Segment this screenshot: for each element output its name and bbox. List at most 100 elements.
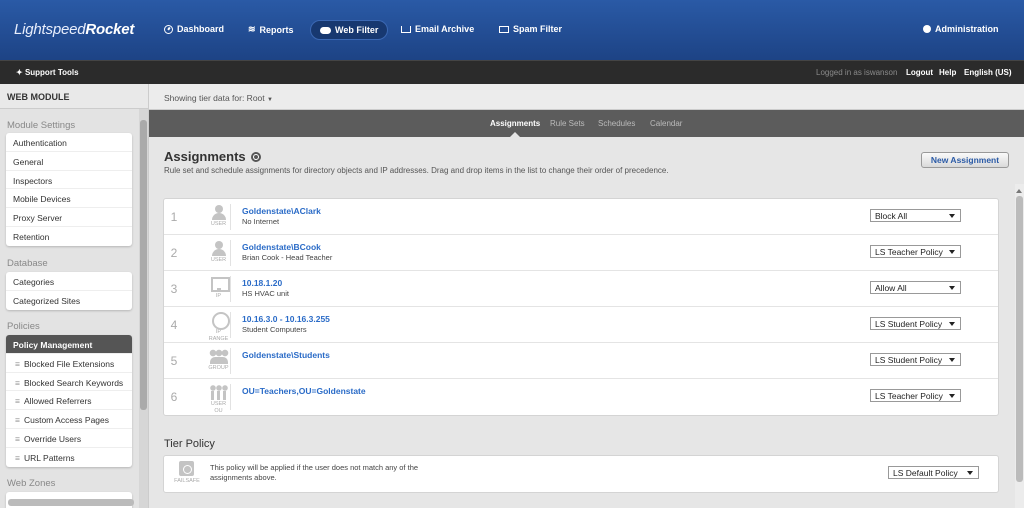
row-number: 3	[170, 282, 178, 296]
sidebar-item-authentication[interactable]: Authentication	[6, 133, 132, 152]
logout-link[interactable]: Logout	[906, 68, 933, 77]
help-link[interactable]: Help	[939, 68, 956, 77]
safe-icon: FAILSAFE	[174, 461, 200, 489]
sidebar-item-retention[interactable]: Retention	[6, 227, 132, 246]
org-unit-icon: USER OU	[207, 384, 231, 414]
sidebar-horizontal-scrollbar[interactable]	[8, 499, 134, 506]
nav-reports[interactable]: ≋ Reports	[248, 24, 294, 35]
tier-policy-description: This policy will be applied if the user …	[210, 463, 419, 482]
object-name-link[interactable]: Goldenstate\BCook	[242, 242, 321, 252]
section-title-module-settings: Module Settings	[7, 120, 76, 131]
policy-select[interactable]: Block All	[870, 209, 961, 222]
nav-administration[interactable]: Administration	[923, 24, 999, 34]
menu-module-settings: Authentication General Inspectors Mobile…	[6, 133, 132, 246]
search-help-icon[interactable]	[250, 151, 261, 162]
scroll-up-icon[interactable]	[1016, 186, 1022, 193]
row-number: 5	[170, 354, 178, 368]
sidebar-item-general[interactable]: General	[6, 152, 132, 171]
tab-rule-sets[interactable]: Rule Sets	[550, 119, 585, 128]
sidebar-header: WEB MODULE	[0, 84, 148, 109]
language-link[interactable]: English (US)	[964, 68, 1012, 77]
logo[interactable]: LightspeedRocket	[14, 21, 134, 38]
sidebar-item-inspectors[interactable]: Inspectors	[6, 171, 132, 190]
sidebar-item-custom-access-pages[interactable]: Custom Access Pages	[6, 410, 132, 429]
assignment-row[interactable]: 6 USER OU OU=Teachers,OU=Goldenstate LS …	[164, 379, 998, 415]
nav-web-filter[interactable]: Web Filter	[310, 20, 389, 40]
dashboard-icon	[164, 24, 173, 34]
sidebar-item-url-patterns[interactable]: URL Patterns	[6, 448, 132, 467]
reports-icon: ≋	[248, 24, 256, 34]
assignment-row[interactable]: 5 GROUP Goldenstate\Students LS Student …	[164, 343, 998, 379]
main-content: Assignments Rule set and schedule assign…	[149, 137, 1015, 508]
tier-selector[interactable]: Showing tier data for: Root ▼	[164, 93, 273, 103]
sidebar-item-mobile-devices[interactable]: Mobile Devices	[6, 189, 132, 209]
sidebar-scroll-thumb[interactable]	[140, 120, 147, 410]
logged-in-text: Logged in as iswanson	[816, 68, 898, 77]
object-name-link[interactable]: 10.16.3.0 - 10.16.3.255	[242, 314, 330, 324]
section-title-database: Database	[7, 258, 48, 269]
nav-spam-filter[interactable]: Spam Filter	[499, 24, 562, 34]
archive-icon	[401, 25, 411, 33]
sidebar-item-policy-management[interactable]: Policy Management	[6, 335, 132, 354]
object-name-link[interactable]: 10.18.1.20	[242, 278, 282, 288]
assignment-list: 1 USER Goldenstate\AClark No Internet Bl…	[163, 198, 999, 416]
menu-database: Categories Categorized Sites	[6, 272, 132, 310]
gear-icon	[923, 25, 931, 33]
sidebar-item-proxy-server[interactable]: Proxy Server	[6, 208, 132, 227]
tier-policy-select[interactable]: LS Default Policy	[888, 466, 979, 479]
policy-select[interactable]: LS Student Policy	[870, 317, 961, 330]
section-title-policies: Policies	[7, 321, 40, 332]
dropdown-arrow-icon	[949, 286, 955, 293]
dropdown-arrow-icon	[949, 250, 955, 257]
row-number: 4	[170, 318, 178, 332]
object-name-link[interactable]: OU=Teachers,OU=Goldenstate	[242, 386, 366, 396]
assignment-row[interactable]: 3 IP 10.18.1.20 HS HVAC unit Allow All	[164, 271, 998, 307]
policy-select[interactable]: LS Teacher Policy	[870, 389, 961, 402]
sidebar-item-categorized-sites[interactable]: Categorized Sites	[6, 291, 132, 310]
sidebar-item-allowed-referrers[interactable]: Allowed Referrers	[6, 391, 132, 411]
page-description: Rule set and schedule assignments for di…	[164, 166, 669, 175]
nav-email-archive[interactable]: Email Archive	[401, 24, 474, 34]
assignment-row[interactable]: 2 USER Goldenstate\BCook Brian Cook - He…	[164, 235, 998, 271]
sidebar-item-blocked-file-extensions[interactable]: Blocked File Extensions	[6, 354, 132, 373]
object-description: No Internet	[242, 217, 280, 226]
dropdown-arrow-icon	[949, 214, 955, 221]
menu-policies: Policy Management Blocked File Extension…	[6, 335, 132, 467]
page-title: Assignments	[164, 149, 261, 164]
row-number: 1	[170, 210, 178, 224]
user-icon: USER	[207, 204, 231, 230]
tab-calendar[interactable]: Calendar	[650, 119, 682, 128]
sidebar-item-blocked-search-keywords[interactable]: Blocked Search Keywords	[6, 373, 132, 392]
wrench-icon: ✦	[16, 68, 23, 77]
dropdown-arrow-icon	[967, 471, 973, 478]
nav-dashboard[interactable]: Dashboard	[164, 24, 224, 34]
tab-assignments[interactable]: Assignments	[490, 119, 540, 137]
sidebar-item-categories[interactable]: Categories	[6, 272, 132, 291]
monitor-icon: IP	[207, 276, 231, 302]
tier-policy-box: FAILSAFE This policy will be applied if …	[163, 455, 999, 493]
row-number: 6	[170, 390, 178, 404]
tab-schedules[interactable]: Schedules	[598, 119, 635, 128]
object-name-link[interactable]: Goldenstate\Students	[242, 350, 330, 360]
globe-icon: IP RANGE	[207, 312, 231, 342]
tier-bar: Showing tier data for: Root ▼	[149, 84, 1024, 110]
assignment-row[interactable]: 4 IP RANGE 10.16.3.0 - 10.16.3.255 Stude…	[164, 307, 998, 343]
mail-icon	[499, 25, 509, 33]
tier-policy-title: Tier Policy	[164, 438, 215, 450]
object-description: Student Computers	[242, 325, 307, 334]
content-scroll-thumb[interactable]	[1016, 196, 1023, 482]
dropdown-arrow-icon	[949, 394, 955, 401]
caret-down-icon: ▼	[267, 97, 273, 103]
policy-select[interactable]: LS Teacher Policy	[870, 245, 961, 258]
utility-bar: ✦ Support Tools Logged in as iswanson Lo…	[0, 60, 1024, 84]
object-name-link[interactable]: Goldenstate\AClark	[242, 206, 321, 216]
policy-select[interactable]: Allow All	[870, 281, 961, 294]
support-tools-link[interactable]: ✦ Support Tools	[16, 68, 79, 77]
sidebar-item-override-users[interactable]: Override Users	[6, 429, 132, 448]
assignment-row[interactable]: 1 USER Goldenstate\AClark No Internet Bl…	[164, 199, 998, 235]
section-title-web-zones: Web Zones	[7, 478, 56, 489]
sidebar: WEB MODULE Module Settings Authenticatio…	[0, 84, 149, 508]
new-assignment-button[interactable]: New Assignment	[921, 152, 1009, 168]
policy-select[interactable]: LS Student Policy	[870, 353, 961, 366]
row-number: 2	[170, 246, 178, 260]
